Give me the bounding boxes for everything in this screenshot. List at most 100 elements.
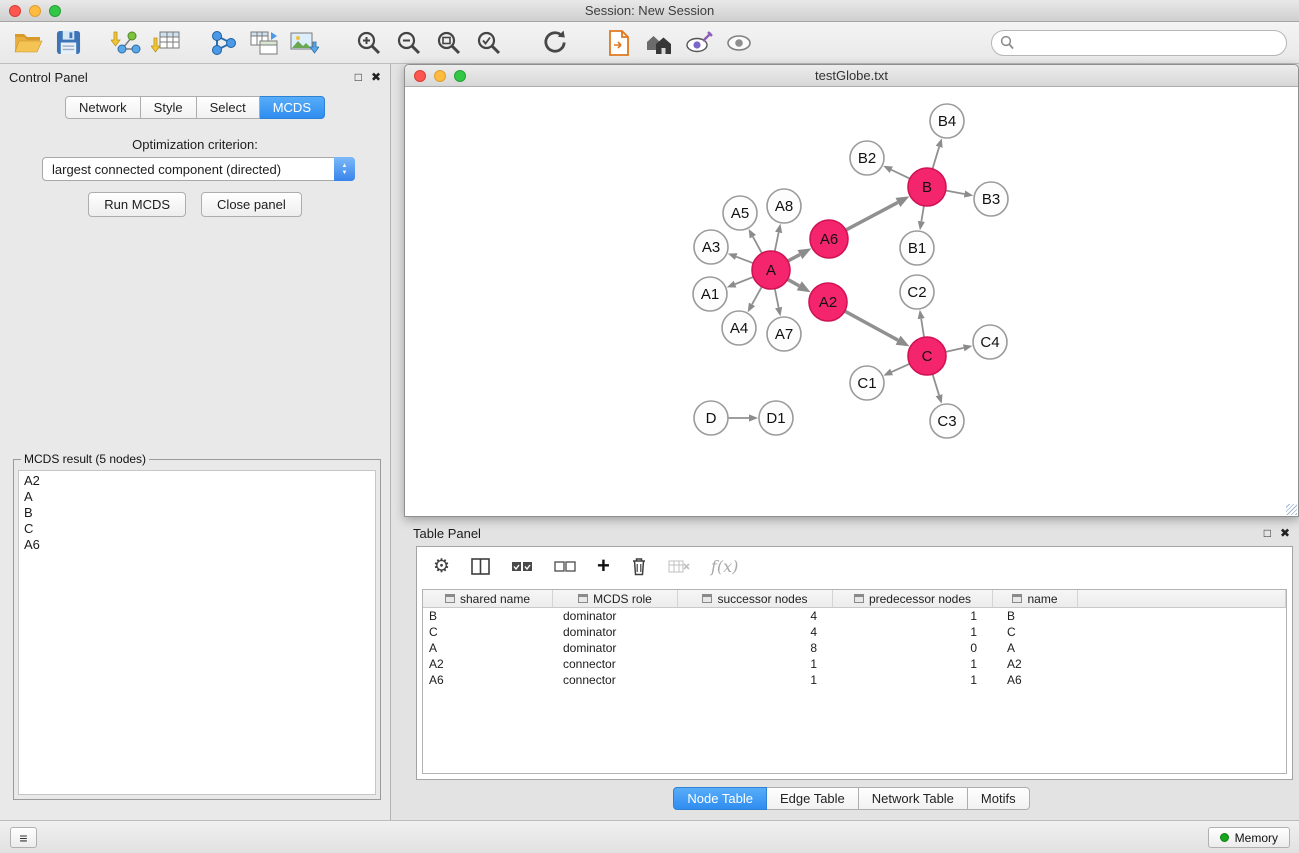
table-cell[interactable]: 8: [678, 640, 833, 656]
export-document-button[interactable]: [599, 25, 639, 61]
control-tab-select[interactable]: Select: [197, 96, 260, 119]
network-node-C3[interactable]: C3: [930, 404, 964, 438]
delete-row-icon[interactable]: [631, 557, 647, 576]
network-node-B[interactable]: B: [908, 168, 946, 206]
network-edge-A-A8[interactable]: [775, 232, 779, 251]
column-header-name[interactable]: name: [993, 590, 1078, 607]
run-mcds-button[interactable]: Run MCDS: [88, 192, 186, 217]
network-node-A8[interactable]: A8: [767, 189, 801, 223]
minimize-window-button[interactable]: [29, 5, 41, 17]
network-edge-A-A7[interactable]: [775, 289, 779, 308]
network-edge-C-C3[interactable]: [933, 374, 939, 395]
table-settings-icon[interactable]: ⚙: [433, 557, 450, 576]
new-network-button[interactable]: [204, 25, 244, 61]
network-node-D[interactable]: D: [694, 401, 728, 435]
table-cell[interactable]: A: [423, 640, 553, 656]
network-edge-B-B3[interactable]: [946, 191, 965, 195]
mcds-result-item[interactable]: C: [24, 521, 370, 537]
table-cell[interactable]: 4: [678, 608, 833, 624]
table-cell[interactable]: A: [993, 640, 1078, 656]
export-image-button[interactable]: [284, 25, 324, 61]
table-cell[interactable]: 1: [678, 672, 833, 688]
mcds-result-item[interactable]: A6: [24, 537, 370, 553]
network-minimize-button[interactable]: [434, 70, 446, 82]
network-edge-A-A5[interactable]: [753, 237, 762, 254]
mcds-result-item[interactable]: B: [24, 505, 370, 521]
network-edge-A2-C[interactable]: [845, 311, 898, 340]
table-cell[interactable]: C: [423, 624, 553, 640]
network-edge-A-A3[interactable]: [736, 257, 753, 264]
table-cell[interactable]: connector: [553, 672, 678, 688]
table-cell[interactable]: 1: [833, 608, 993, 624]
table-cell[interactable]: 1: [833, 624, 993, 640]
zoom-selected-button[interactable]: [469, 25, 509, 61]
table-row[interactable]: A6connector11A6: [423, 672, 1286, 688]
column-header-shared-name[interactable]: shared name: [423, 590, 553, 607]
add-row-icon[interactable]: +: [597, 555, 610, 577]
merge-tables-button[interactable]: [244, 25, 284, 61]
function-builder-icon[interactable]: f(x): [711, 557, 738, 576]
table-cell[interactable]: 1: [833, 672, 993, 688]
network-node-A3[interactable]: A3: [694, 230, 728, 264]
network-edge-B-B4[interactable]: [933, 147, 940, 169]
save-session-button[interactable]: [48, 25, 88, 61]
network-home-button[interactable]: [639, 25, 679, 61]
table-cell[interactable]: connector: [553, 656, 678, 672]
control-tab-network[interactable]: Network: [65, 96, 141, 119]
table-cell[interactable]: A6: [423, 672, 553, 688]
network-edge-A6-B[interactable]: [846, 202, 898, 230]
control-tab-mcds[interactable]: MCDS: [260, 96, 325, 119]
table-cell[interactable]: B: [423, 608, 553, 624]
network-node-A2[interactable]: A2: [809, 283, 847, 321]
table-tab-edge-table[interactable]: Edge Table: [767, 787, 859, 810]
column-header-successor-nodes[interactable]: successor nodes: [678, 590, 833, 607]
table-row[interactable]: Bdominator41B: [423, 608, 1286, 624]
network-node-B4[interactable]: B4: [930, 104, 964, 138]
float-panel-icon[interactable]: □: [355, 70, 362, 84]
table-cell[interactable]: A2: [423, 656, 553, 672]
table-cell[interactable]: B: [993, 608, 1078, 624]
network-node-C4[interactable]: C4: [973, 325, 1007, 359]
optimization-dropdown[interactable]: largest connected component (directed) ▲…: [42, 157, 355, 181]
task-history-button[interactable]: ≡: [10, 827, 37, 848]
zoom-window-button[interactable]: [49, 5, 61, 17]
network-edge-B-B2[interactable]: [891, 170, 910, 179]
clear-table-icon[interactable]: [668, 559, 690, 574]
resize-grip[interactable]: [1286, 504, 1297, 515]
table-cell[interactable]: 4: [678, 624, 833, 640]
network-edge-C-C4[interactable]: [946, 348, 964, 352]
float-table-panel-icon[interactable]: □: [1264, 526, 1271, 540]
mcds-result-list[interactable]: A2ABCA6: [18, 470, 376, 795]
network-node-D1[interactable]: D1: [759, 401, 793, 435]
network-node-A4[interactable]: A4: [722, 311, 756, 345]
split-panel-icon[interactable]: [471, 558, 490, 575]
network-edge-C-C1[interactable]: [892, 364, 910, 372]
control-tab-style[interactable]: Style: [141, 96, 197, 119]
import-table-button[interactable]: [146, 25, 186, 61]
network-node-B1[interactable]: B1: [900, 231, 934, 265]
table-cell[interactable]: dominator: [553, 624, 678, 640]
column-header-MCDS-role[interactable]: MCDS role: [553, 590, 678, 607]
table-tab-motifs[interactable]: Motifs: [968, 787, 1030, 810]
column-header-predecessor-nodes[interactable]: predecessor nodes: [833, 590, 993, 607]
show-hide-button[interactable]: [719, 25, 759, 61]
network-close-button[interactable]: [414, 70, 426, 82]
network-node-A1[interactable]: A1: [693, 277, 727, 311]
table-row[interactable]: A2connector11A2: [423, 656, 1286, 672]
network-edge-B-B1[interactable]: [921, 206, 924, 222]
network-node-C2[interactable]: C2: [900, 275, 934, 309]
close-window-button[interactable]: [9, 5, 21, 17]
table-cell[interactable]: dominator: [553, 640, 678, 656]
mcds-result-item[interactable]: A2: [24, 473, 370, 489]
memory-button[interactable]: Memory: [1208, 827, 1290, 848]
open-session-button[interactable]: [8, 25, 48, 61]
network-node-C[interactable]: C: [908, 337, 946, 375]
network-edge-A-A4[interactable]: [752, 287, 762, 305]
table-cell[interactable]: A2: [993, 656, 1078, 672]
table-row[interactable]: Adominator80A: [423, 640, 1286, 656]
import-network-button[interactable]: [106, 25, 146, 61]
close-table-panel-icon[interactable]: ✖: [1280, 526, 1290, 540]
network-node-B2[interactable]: B2: [850, 141, 884, 175]
network-node-C1[interactable]: C1: [850, 366, 884, 400]
style-editor-button[interactable]: [679, 25, 719, 61]
